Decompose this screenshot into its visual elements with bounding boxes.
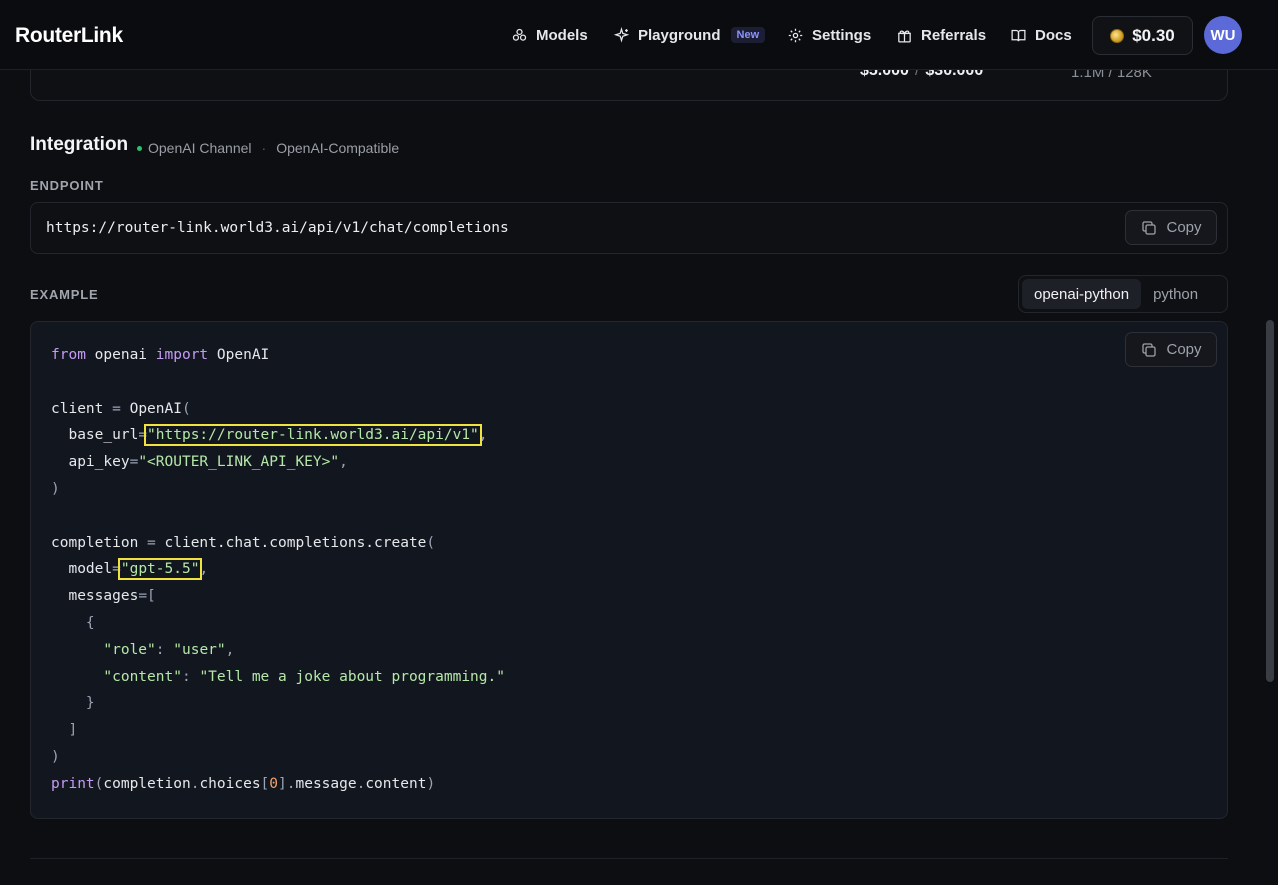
code-token: api_key bbox=[68, 454, 130, 471]
code-token: ] bbox=[278, 775, 287, 792]
copy-icon bbox=[1142, 220, 1157, 235]
code-token: message bbox=[295, 775, 357, 792]
endpoint-url[interactable]: https://router-link.world3.ai/api/v1/cha… bbox=[46, 220, 509, 236]
code-token: import bbox=[155, 347, 209, 363]
example-label: EXAMPLE bbox=[30, 287, 99, 302]
code-token: openai bbox=[94, 347, 148, 363]
code-token: base_url bbox=[68, 427, 139, 444]
nav-docs-label: Docs bbox=[1035, 26, 1072, 44]
nav-playground[interactable]: Playground New bbox=[613, 25, 766, 45]
code-example: Copy from openai import OpenAI client = … bbox=[30, 321, 1228, 819]
copy-code-label: Copy bbox=[1166, 341, 1202, 358]
nav-referrals[interactable]: Referrals bbox=[896, 25, 986, 45]
code-token: = bbox=[112, 561, 121, 578]
code-token: [ bbox=[260, 775, 270, 792]
sparkle-icon bbox=[613, 26, 630, 43]
code-token: model bbox=[68, 561, 113, 578]
endpoint-box: https://router-link.world3.ai/api/v1/cha… bbox=[30, 202, 1228, 254]
code-token: ) bbox=[51, 480, 60, 497]
status-dot-icon bbox=[137, 145, 142, 151]
top-navbar: RouterLink Models Playground New Setting… bbox=[0, 0, 1278, 70]
code-token: "role" bbox=[103, 641, 156, 658]
code-token: [ bbox=[147, 588, 156, 605]
code-token: client.chat.completions.create bbox=[164, 534, 427, 551]
meta-separator: · bbox=[261, 140, 267, 156]
section-divider bbox=[30, 858, 1228, 859]
code-token: , bbox=[339, 454, 348, 471]
code-token: , bbox=[225, 641, 235, 658]
brand-logo[interactable]: RouterLink bbox=[15, 24, 123, 48]
code-token: ( bbox=[181, 400, 191, 417]
code-token: ) bbox=[51, 748, 60, 765]
copy-code-button[interactable]: Copy bbox=[1125, 332, 1217, 367]
model-value: "gpt-5.5" bbox=[117, 558, 203, 581]
code-token: ) bbox=[426, 775, 436, 792]
code-token: : bbox=[155, 641, 174, 658]
base-url-value: "https://router-link.world3.ai/api/v1" bbox=[144, 424, 482, 447]
balance-amount: $0.30 bbox=[1132, 25, 1175, 45]
compat-label: OpenAI-Compatible bbox=[276, 140, 400, 156]
code-block[interactable]: from openai import OpenAI client = OpenA… bbox=[51, 342, 505, 798]
copy-icon bbox=[1142, 342, 1157, 357]
new-badge: New bbox=[730, 27, 766, 43]
code-token: print bbox=[51, 775, 95, 792]
code-token: } bbox=[85, 695, 95, 712]
copy-endpoint-button[interactable]: Copy bbox=[1125, 210, 1217, 245]
nav-models-label: Models bbox=[536, 26, 588, 44]
code-token: = bbox=[138, 427, 148, 444]
balance-button[interactable]: $0.30 bbox=[1092, 16, 1193, 55]
code-token: messages bbox=[68, 588, 139, 605]
tab-python[interactable]: python bbox=[1141, 279, 1210, 309]
gift-icon bbox=[898, 29, 911, 43]
code-token: OpenAI bbox=[129, 400, 182, 417]
code-token: , bbox=[199, 561, 209, 578]
code-token: { bbox=[85, 614, 95, 631]
code-token: , bbox=[478, 427, 488, 444]
page-scrollbar[interactable] bbox=[1266, 320, 1274, 682]
code-token: = bbox=[129, 454, 139, 471]
code-token: content bbox=[365, 775, 427, 792]
code-token: completion bbox=[103, 775, 191, 792]
code-token: "content" bbox=[103, 668, 182, 685]
nav-playground-label: Playground bbox=[638, 26, 721, 44]
code-token: ] bbox=[68, 722, 78, 739]
nav-referrals-label: Referrals bbox=[921, 26, 987, 44]
user-avatar[interactable]: WU bbox=[1204, 16, 1242, 54]
channel-label: OpenAI Channel bbox=[148, 140, 252, 156]
api-key-value: "<ROUTER_LINK_API_KEY>" bbox=[138, 454, 340, 471]
nav-docs[interactable]: Docs bbox=[1010, 25, 1072, 45]
code-token: OpenAI bbox=[216, 347, 270, 363]
endpoint-label: ENDPOINT bbox=[30, 178, 104, 193]
code-token: : bbox=[181, 668, 200, 685]
code-token: = bbox=[103, 400, 130, 417]
code-token: 0 bbox=[269, 775, 279, 792]
code-token: "user" bbox=[173, 641, 226, 658]
coin-icon bbox=[1110, 28, 1125, 43]
models-icon bbox=[512, 28, 527, 41]
book-icon bbox=[1011, 29, 1026, 41]
code-token: = bbox=[138, 588, 148, 605]
nav-settings[interactable]: Settings bbox=[787, 25, 871, 45]
code-token: ( bbox=[426, 534, 436, 551]
code-token: client bbox=[51, 400, 104, 417]
nav-models[interactable]: Models bbox=[511, 25, 588, 45]
code-token: "Tell me a joke about programming." bbox=[199, 668, 505, 685]
example-tabs: openai-python python bbox=[1018, 275, 1228, 313]
copy-endpoint-label: Copy bbox=[1166, 219, 1202, 236]
code-token: = bbox=[138, 534, 165, 551]
code-token: choices bbox=[199, 775, 261, 792]
integration-title: Integration bbox=[30, 134, 129, 155]
integration-meta: OpenAI Channel · OpenAI-Compatible bbox=[137, 140, 399, 156]
nav-settings-label: Settings bbox=[812, 26, 872, 44]
code-token: from bbox=[51, 347, 86, 363]
tab-openai-python[interactable]: openai-python bbox=[1022, 279, 1142, 309]
code-token: completion bbox=[51, 534, 139, 551]
gear-icon bbox=[788, 28, 803, 42]
